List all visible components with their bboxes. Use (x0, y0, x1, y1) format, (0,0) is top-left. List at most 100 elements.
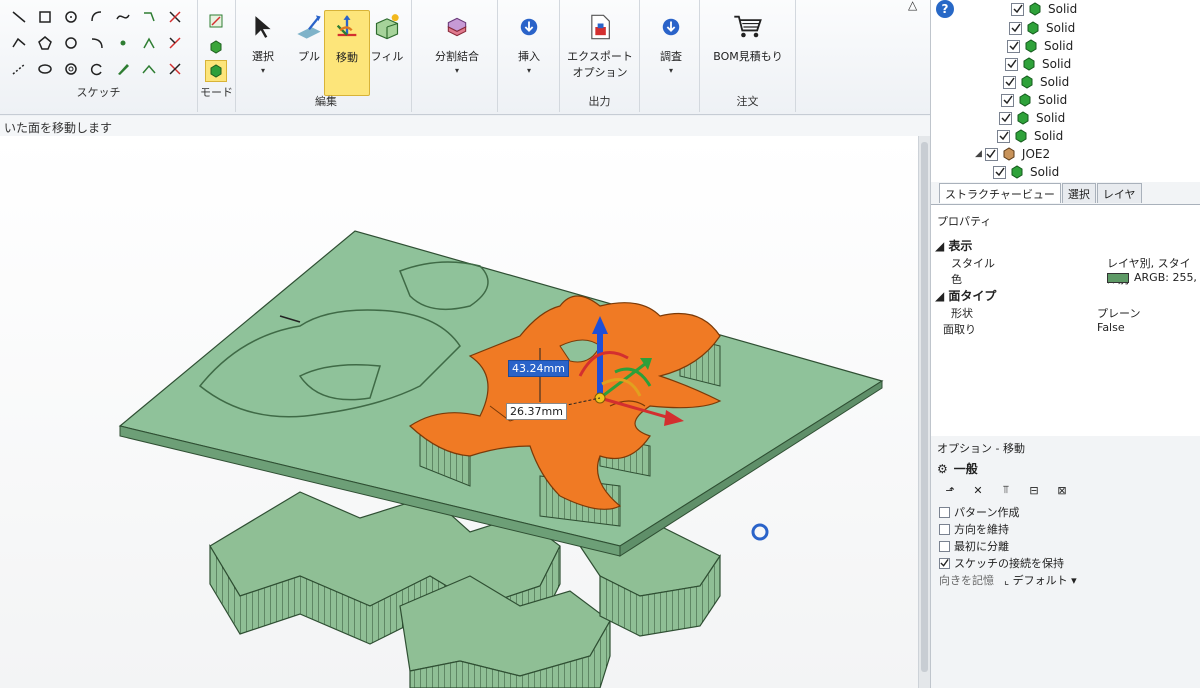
color-swatch[interactable] (1107, 273, 1129, 283)
visibility-checkbox[interactable] (1005, 57, 1018, 71)
select-dropdown-icon[interactable]: ▾ (240, 66, 286, 75)
pencil-tool-icon[interactable] (114, 60, 132, 78)
anchor-tool-icon[interactable]: ⬏ (941, 482, 959, 498)
offset-tool-icon[interactable] (140, 34, 158, 52)
tab-selection[interactable]: 選択 (1061, 183, 1096, 203)
visibility-checkbox[interactable] (999, 111, 1012, 125)
visibility-checkbox[interactable] (984, 147, 998, 161)
shape-row[interactable]: 形状 プレーン (931, 305, 1200, 321)
polyline-tool-icon[interactable] (10, 34, 28, 52)
arc-tool-icon[interactable] (88, 8, 106, 26)
keep-direction-checkbox[interactable] (939, 523, 950, 535)
visibility-checkbox[interactable] (993, 165, 1006, 179)
rectangle-tool-icon[interactable] (36, 8, 54, 26)
select-button[interactable]: 選択 ▾ (240, 10, 286, 96)
export-options-button[interactable]: エクスポート オプション (564, 10, 636, 96)
line-tool-icon[interactable] (10, 8, 28, 26)
split-merge-button[interactable]: 分割結合 ▾ (422, 10, 492, 96)
sketch-mode-icon[interactable] (207, 12, 225, 30)
collapse-arrow-icon[interactable]: ◢ (975, 149, 982, 159)
pivot-tool-icon[interactable]: ⫪ (997, 482, 1015, 498)
bom-quote-button[interactable]: BOM見積もり (704, 10, 792, 96)
along-path-icon[interactable]: ✕ (969, 482, 987, 498)
circle-tool-icon[interactable] (62, 8, 80, 26)
tree-item-solid[interactable]: Solid (1011, 0, 1077, 18)
delete-sketch-icon[interactable] (166, 60, 184, 78)
tab-structure-view[interactable]: ストラクチャービュー (939, 183, 1061, 203)
chamfer-row[interactable]: 面取り False (931, 321, 1200, 337)
visibility-checkbox[interactable] (1001, 93, 1014, 107)
visibility-checkbox[interactable] (997, 129, 1010, 143)
display-section[interactable]: ◢ 表示 (935, 237, 972, 254)
visibility-checkbox[interactable] (1009, 21, 1022, 35)
create-pattern-checkbox[interactable] (939, 506, 950, 518)
orientation-dropdown[interactable]: ⌞ デフォルト ▾ (1004, 572, 1077, 588)
general-section[interactable]: ⚙ 一般 (937, 460, 978, 477)
tab-layers[interactable]: レイヤ (1096, 183, 1142, 203)
tree-item-solid[interactable]: Solid (1005, 55, 1071, 73)
solid-cube-icon (1023, 57, 1035, 71)
detach-first-option[interactable]: 最初に分離 (939, 538, 1009, 554)
tree-item-solid[interactable]: Solid (993, 163, 1059, 181)
color-row[interactable]: 色 ARGB: 255, (931, 271, 1200, 287)
spline-tool-icon[interactable] (114, 8, 132, 26)
split-merge-dropdown-icon[interactable]: ▾ (422, 66, 492, 75)
height-dimension-tag[interactable]: 43.24mm (508, 360, 569, 377)
polygon-tool-icon[interactable] (36, 34, 54, 52)
viewport-scrollbar[interactable] (918, 136, 930, 688)
dotted-line-icon[interactable] (10, 60, 28, 78)
right-panel: Solid Solid Solid Solid Solid Solid Soli… (930, 0, 1200, 688)
keep-direction-option[interactable]: 方向を維持 (939, 521, 1009, 537)
point-tool-icon[interactable] (114, 34, 132, 52)
offset-dimension-tag[interactable]: 26.37mm (506, 403, 567, 420)
trim-tool-icon[interactable] (140, 8, 158, 26)
visibility-checkbox[interactable] (1011, 2, 1024, 16)
section-mode-icon[interactable] (207, 38, 225, 56)
slot-tool-icon[interactable] (62, 60, 80, 78)
insert-button[interactable]: 挿入 ▾ (506, 10, 552, 96)
3d-viewport[interactable]: 43.24mm 26.37mm (0, 136, 918, 688)
visibility-checkbox[interactable] (1007, 39, 1020, 53)
rotate-sketch-icon[interactable] (88, 60, 106, 78)
keep-direction-label: 方向を維持 (954, 523, 1009, 536)
tree-item-solid[interactable]: Solid (1003, 73, 1069, 91)
minimize-ribbon-icon[interactable]: △ (908, 0, 917, 12)
circle-three-point-icon[interactable] (62, 34, 80, 52)
model-scene[interactable] (0, 136, 918, 688)
keep-sketch-option[interactable]: スケッチの接続を保持 (939, 555, 1064, 571)
inspect-button[interactable]: 調査 ▾ (648, 10, 694, 96)
visibility-checkbox[interactable] (1003, 75, 1016, 89)
ellipse-tool-icon[interactable] (36, 60, 54, 78)
tangent-arc-icon[interactable] (88, 34, 106, 52)
keep-sketch-checkbox[interactable] (939, 557, 950, 569)
sketch-group-label: スケッチ (76, 86, 121, 99)
inspect-dropdown-icon[interactable]: ▾ (648, 66, 694, 75)
3d-mode-icon[interactable] (205, 60, 227, 82)
detach-first-checkbox[interactable] (939, 540, 950, 552)
chamfer-value[interactable]: False (1097, 321, 1125, 334)
tree-item-solid[interactable]: Solid (1001, 91, 1067, 109)
create-pattern-option[interactable]: パターン作成 (939, 504, 1019, 520)
collapse-arrow-icon[interactable]: ◢ (935, 289, 948, 303)
cross-tool-icon[interactable] (166, 8, 184, 26)
tree-item-solid[interactable]: Solid (999, 109, 1065, 127)
measure-tool-icon[interactable]: ⊠ (1053, 482, 1071, 498)
mirror-tool-icon[interactable] (140, 60, 158, 78)
shape-key: 形状 (951, 307, 973, 320)
fill-button[interactable]: フィル (364, 10, 410, 96)
insert-dropdown-icon[interactable]: ▾ (506, 66, 552, 75)
viewport-scroll-thumb[interactable] (921, 142, 928, 672)
color-value-cell[interactable]: ARGB: 255, (1107, 271, 1197, 284)
orientation-option[interactable]: 向きを記憶 ⌞ デフォルト ▾ (939, 572, 1077, 588)
collapse-arrow-icon[interactable]: ◢ (935, 239, 948, 253)
tree-item-solid[interactable]: Solid (1007, 37, 1073, 55)
style-row[interactable]: スタイルレイヤ別, スタイル別 (931, 255, 1200, 286)
tree-item-solid[interactable]: Solid (997, 127, 1063, 145)
face-type-section[interactable]: ◢ 面タイプ (935, 287, 996, 304)
shape-value[interactable]: プレーン (1097, 305, 1140, 321)
help-icon[interactable]: ? (936, 0, 954, 18)
ruler-tool-icon[interactable]: ⊟ (1025, 482, 1043, 498)
tree-item-component[interactable]: ◢ JOE2 (975, 145, 1050, 163)
extend-tool-icon[interactable] (166, 34, 184, 52)
tree-item-solid[interactable]: Solid (1009, 19, 1075, 37)
